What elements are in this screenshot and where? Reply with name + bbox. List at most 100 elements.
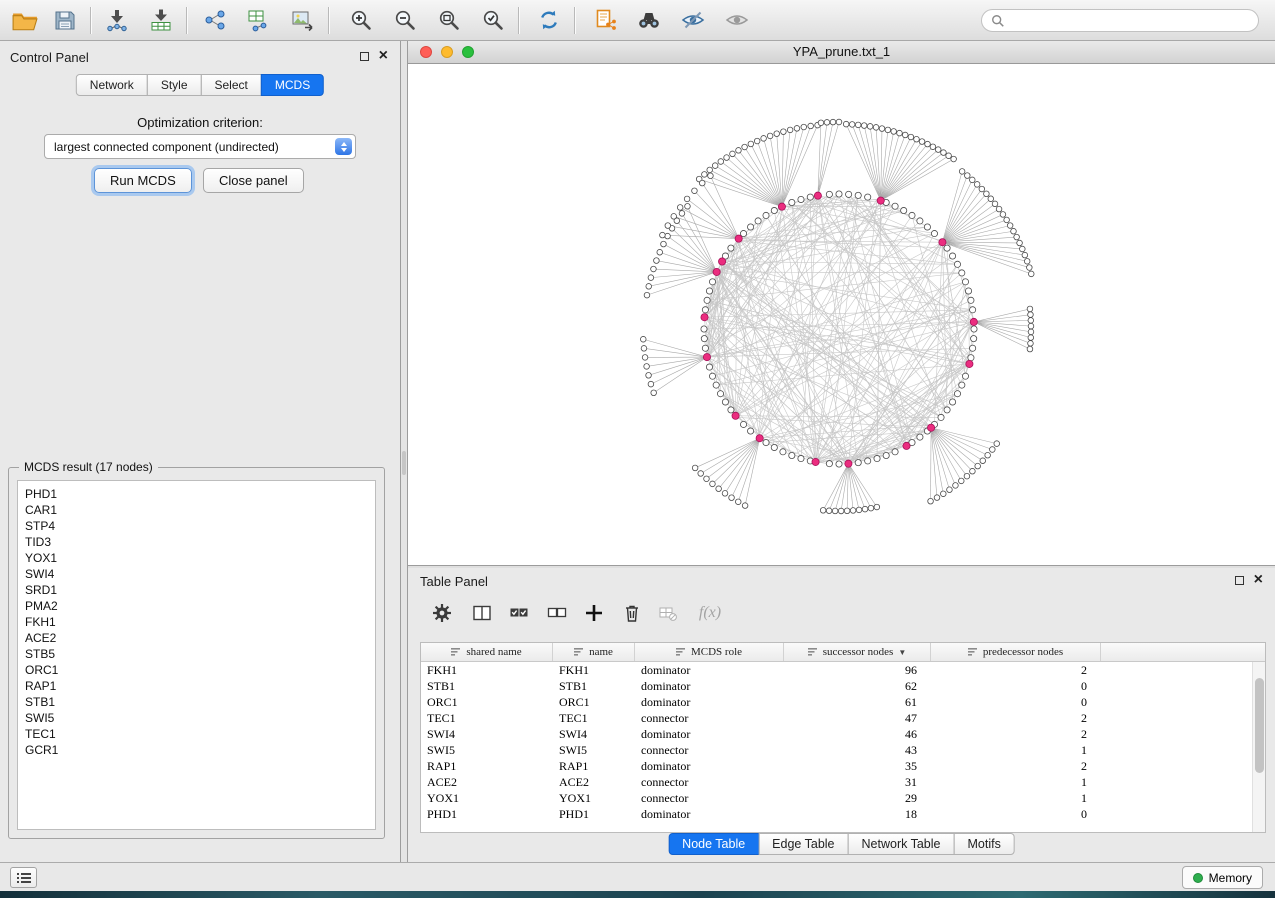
network-node[interactable]	[704, 476, 710, 482]
network-node[interactable]	[874, 504, 880, 510]
network-node[interactable]	[855, 460, 861, 466]
network-node[interactable]	[801, 124, 807, 130]
tab-network[interactable]: Network	[76, 74, 148, 96]
network-node[interactable]	[706, 288, 712, 294]
column-sort-icon[interactable]	[968, 647, 978, 657]
table-cell[interactable]: 0	[931, 806, 1101, 822]
network-node[interactable]	[897, 130, 903, 136]
network-node[interactable]	[836, 119, 842, 125]
network-node[interactable]	[928, 498, 934, 504]
network-node[interactable]	[934, 495, 940, 501]
tab-mcds[interactable]: MCDS	[261, 74, 324, 96]
network-node[interactable]	[968, 355, 974, 361]
network-node[interactable]	[919, 139, 925, 145]
network-node[interactable]	[855, 122, 861, 128]
import-table-button[interactable]	[142, 4, 180, 36]
network-canvas[interactable]	[408, 64, 1275, 565]
show-column-button[interactable]	[466, 597, 498, 629]
network-node[interactable]	[780, 449, 786, 455]
network-node[interactable]	[781, 129, 787, 135]
network-node[interactable]	[990, 447, 996, 453]
mcds-result-item[interactable]: PMA2	[25, 598, 375, 614]
network-node[interactable]	[892, 449, 898, 455]
copy-share-document-button[interactable]	[586, 4, 624, 36]
network-node[interactable]	[761, 136, 767, 142]
table-cell[interactable]: 35	[784, 758, 931, 774]
network-node[interactable]	[754, 138, 760, 144]
network-node[interactable]	[944, 245, 950, 251]
column-sort-icon[interactable]	[451, 647, 461, 657]
network-node[interactable]	[969, 177, 975, 183]
network-node[interactable]	[925, 141, 931, 147]
table-cell[interactable]: RAP1	[553, 758, 635, 774]
network-node[interactable]	[787, 127, 793, 133]
create-column-button[interactable]	[578, 597, 610, 629]
network-node[interactable]	[962, 279, 968, 285]
network-node[interactable]	[975, 463, 981, 469]
table-row[interactable]: ACE2ACE2connector311	[421, 774, 1265, 790]
vertical-splitter[interactable]	[401, 41, 408, 862]
table-cell[interactable]: 1	[931, 742, 1101, 758]
network-node[interactable]	[924, 224, 930, 230]
tab-edge-table[interactable]: Edge Table	[758, 833, 848, 855]
network-node[interactable]	[740, 421, 746, 427]
network-node[interactable]	[736, 148, 742, 154]
float-panel-icon[interactable]	[360, 52, 369, 61]
network-node[interactable]	[946, 153, 952, 159]
open-session-button[interactable]	[6, 4, 44, 36]
table-cell[interactable]: TEC1	[553, 710, 635, 726]
network-node[interactable]	[855, 192, 861, 198]
table-cell[interactable]: dominator	[635, 758, 784, 774]
table-cell[interactable]: 0	[931, 694, 1101, 710]
zoom-selected-button[interactable]	[474, 4, 512, 36]
network-hub-node[interactable]	[703, 353, 710, 360]
network-node[interactable]	[789, 199, 795, 205]
network-view[interactable]	[408, 64, 1275, 565]
mcds-result-item[interactable]: ACE2	[25, 630, 375, 646]
network-node[interactable]	[879, 126, 885, 132]
criterion-dropdown[interactable]: largest connected component (undirected)	[44, 134, 356, 159]
float-table-panel-icon[interactable]	[1235, 576, 1244, 585]
tab-select[interactable]: Select	[201, 74, 262, 96]
network-node[interactable]	[836, 191, 842, 197]
network-node[interactable]	[708, 173, 714, 179]
network-node[interactable]	[729, 495, 735, 501]
network-node[interactable]	[818, 120, 824, 126]
network-node[interactable]	[730, 151, 736, 157]
mcds-result-item[interactable]: TEC1	[25, 726, 375, 742]
network-node[interactable]	[671, 214, 677, 220]
network-node[interactable]	[1028, 329, 1034, 335]
network-node[interactable]	[974, 182, 980, 188]
table-cell[interactable]: 1	[931, 790, 1101, 806]
network-node[interactable]	[1028, 335, 1034, 341]
close-panel-button[interactable]: Close panel	[203, 168, 304, 193]
network-node[interactable]	[861, 123, 867, 129]
network-node[interactable]	[644, 364, 650, 370]
tab-node-table[interactable]: Node Table	[668, 833, 759, 855]
close-table-panel-icon[interactable]: ×	[1254, 575, 1263, 585]
network-node[interactable]	[959, 270, 965, 276]
column-header-predecessor-nodes[interactable]: predecessor nodes	[931, 643, 1101, 661]
network-node[interactable]	[1014, 234, 1020, 240]
table-cell[interactable]: 61	[784, 694, 931, 710]
network-node[interactable]	[660, 232, 666, 238]
table-cell[interactable]: YOX1	[553, 790, 635, 806]
hide-details-button[interactable]	[674, 4, 712, 36]
search-box[interactable]	[981, 9, 1259, 32]
network-node[interactable]	[710, 481, 716, 487]
network-node[interactable]	[908, 134, 914, 140]
zoom-out-button[interactable]	[386, 4, 424, 36]
network-node[interactable]	[798, 196, 804, 202]
network-node[interactable]	[716, 486, 722, 492]
network-node[interactable]	[844, 508, 850, 514]
search-network-button[interactable]	[630, 4, 668, 36]
network-node[interactable]	[940, 491, 946, 497]
network-node[interactable]	[901, 207, 907, 213]
network-node[interactable]	[850, 508, 856, 514]
table-cell[interactable]: ORC1	[421, 694, 553, 710]
network-node[interactable]	[774, 131, 780, 137]
network-node[interactable]	[794, 126, 800, 132]
table-cell[interactable]: 2	[931, 758, 1101, 774]
network-node[interactable]	[654, 258, 660, 264]
network-node[interactable]	[1007, 223, 1013, 229]
